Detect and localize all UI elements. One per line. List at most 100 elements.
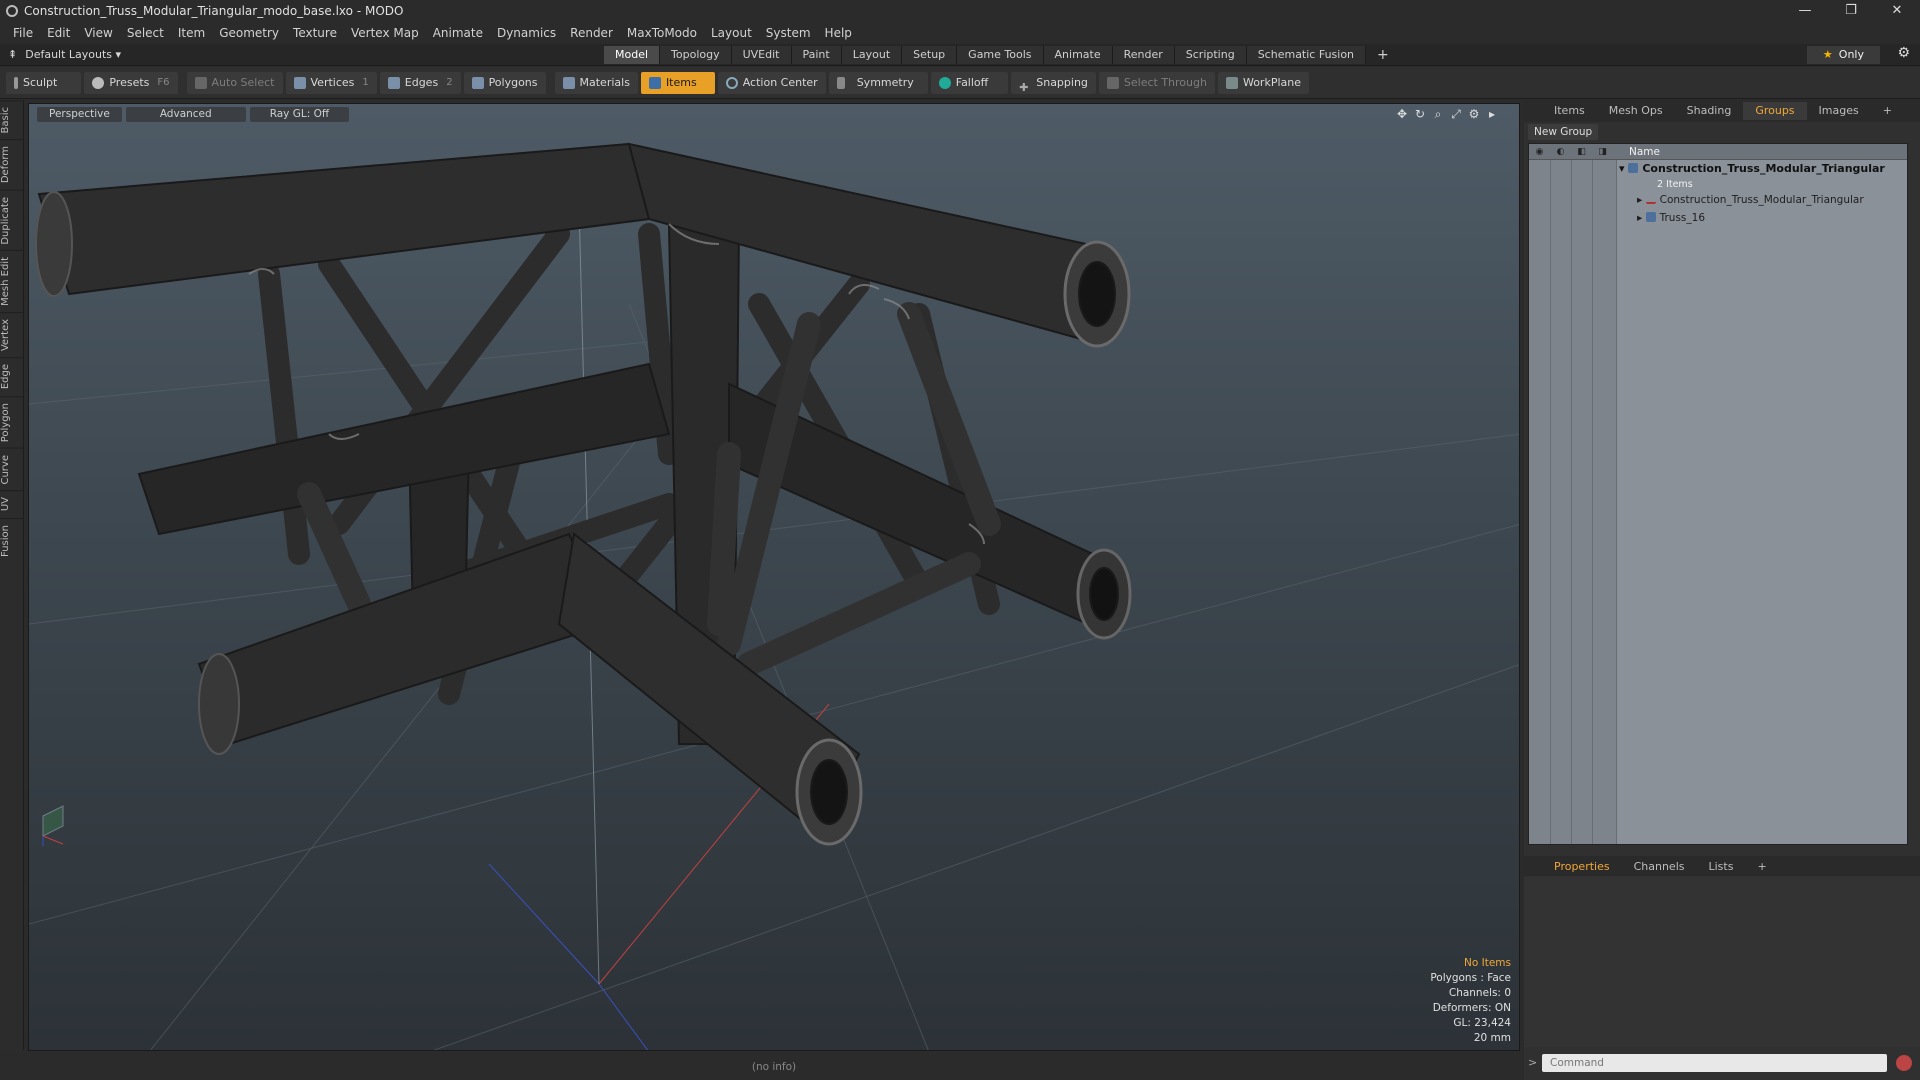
menu-edit[interactable]: Edit bbox=[40, 26, 77, 40]
symmetry-button[interactable]: Symmetry bbox=[828, 71, 928, 94]
items-button[interactable]: Items bbox=[640, 71, 715, 94]
falloff-button[interactable]: Falloff bbox=[930, 71, 1009, 94]
rotate-view-icon[interactable]: ↻ bbox=[1411, 107, 1429, 122]
tab-mesh-ops[interactable]: Mesh Ops bbox=[1597, 102, 1675, 120]
new-group-button[interactable]: New Group bbox=[1528, 124, 1599, 140]
presets-button[interactable]: Presets F6 bbox=[84, 71, 178, 94]
menu-layout[interactable]: Layout bbox=[704, 26, 759, 40]
add-tab-button[interactable]: + bbox=[1366, 46, 1400, 64]
tab-duplicate[interactable]: Duplicate bbox=[0, 189, 24, 251]
sculpt-button[interactable]: Sculpt bbox=[6, 71, 82, 94]
layout-dropdown[interactable]: ⇞ Default Layouts ▾ bbox=[8, 44, 121, 66]
menu-texture[interactable]: Texture bbox=[286, 26, 344, 40]
add-tab-icon[interactable]: + bbox=[1745, 860, 1778, 873]
visibility-column-icon[interactable]: ◉ bbox=[1529, 147, 1550, 157]
grid-size-info: 20 mm bbox=[1473, 1032, 1511, 1044]
tab-basic[interactable]: Basic bbox=[0, 100, 24, 140]
zoom-view-icon[interactable]: ⌕ bbox=[1429, 107, 1447, 122]
tab-layout[interactable]: Layout bbox=[841, 46, 903, 64]
menu-render[interactable]: Render bbox=[563, 26, 620, 40]
group-list[interactable]: ◉ ◐ ◧ ◨ Name ▾ Construction_Truss_Modula… bbox=[1528, 143, 1908, 845]
workplane-button[interactable]: WorkPlane bbox=[1217, 71, 1309, 94]
menu-view[interactable]: View bbox=[77, 26, 119, 40]
menu-help[interactable]: Help bbox=[818, 26, 859, 40]
channels-info: Channels: 0 bbox=[1448, 987, 1511, 999]
tab-items[interactable]: Items bbox=[1542, 102, 1597, 120]
tab-render[interactable]: Render bbox=[1112, 46, 1175, 64]
tab-vertex[interactable]: Vertex bbox=[0, 312, 24, 358]
tab-setup[interactable]: Setup bbox=[902, 46, 958, 64]
viewport-settings-icon[interactable]: ⚙ bbox=[1465, 107, 1483, 122]
command-input[interactable]: Command bbox=[1542, 1054, 1887, 1072]
tab-curve[interactable]: Curve bbox=[0, 447, 24, 491]
menu-file[interactable]: File bbox=[6, 26, 40, 40]
tab-polygon[interactable]: Polygon bbox=[0, 395, 24, 448]
minimize-button[interactable]: — bbox=[1782, 0, 1828, 22]
gear-icon[interactable]: ⚙ bbox=[1897, 45, 1910, 61]
group-count-row: 2 Items bbox=[1657, 178, 1693, 190]
edges-button[interactable]: Edges 2 bbox=[379, 71, 461, 94]
top-right-chord-hole bbox=[1078, 261, 1116, 327]
command-clear-icon[interactable] bbox=[1896, 1055, 1912, 1071]
3d-viewport[interactable]: Perspective Advanced Ray GL: Off ✥ ↻ ⌕ ⤢… bbox=[28, 103, 1520, 1051]
group-child-row[interactable]: ▸ Truss_16 bbox=[1637, 212, 1705, 224]
tab-shading[interactable]: Shading bbox=[1675, 102, 1744, 120]
viewport-header: Perspective Advanced Ray GL: Off bbox=[37, 107, 353, 122]
menu-system[interactable]: System bbox=[759, 26, 818, 40]
group-child-row[interactable]: ▸ Construction_Truss_Modular_Triangular bbox=[1637, 194, 1864, 206]
tab-properties[interactable]: Properties bbox=[1542, 860, 1622, 873]
materials-button[interactable]: Materials bbox=[554, 71, 638, 94]
add-tab-icon[interactable]: + bbox=[1871, 102, 1904, 120]
menu-dynamics[interactable]: Dynamics bbox=[490, 26, 563, 40]
viewport-expand-icon[interactable]: ▸ bbox=[1483, 107, 1501, 122]
view-mode-dropdown[interactable]: Advanced bbox=[125, 107, 246, 122]
menu-animate[interactable]: Animate bbox=[426, 26, 490, 40]
tab-game-tools[interactable]: Game Tools bbox=[957, 46, 1044, 64]
name-column-header[interactable]: Name bbox=[1629, 146, 1660, 158]
menu-geometry[interactable]: Geometry bbox=[212, 26, 286, 40]
tab-model[interactable]: Model bbox=[604, 46, 661, 64]
main-toolbar: Sculpt Presets F6 Auto Select Vertices 1… bbox=[0, 67, 1920, 99]
lock-column-icon[interactable]: ◧ bbox=[1571, 147, 1592, 157]
tab-uv[interactable]: UV bbox=[0, 490, 24, 518]
tab-deform[interactable]: Deform bbox=[0, 139, 24, 190]
only-button[interactable]: ★ Only bbox=[1806, 46, 1880, 64]
raygl-toggle[interactable]: Ray GL: Off bbox=[249, 107, 350, 122]
tab-schematic-fusion[interactable]: Schematic Fusion bbox=[1246, 46, 1367, 64]
tab-channels[interactable]: Channels bbox=[1622, 860, 1697, 873]
close-button[interactable]: ✕ bbox=[1874, 0, 1920, 22]
maximize-button[interactable]: ❐ bbox=[1828, 0, 1874, 22]
menu-item[interactable]: Item bbox=[171, 26, 212, 40]
tab-topology[interactable]: Topology bbox=[660, 46, 732, 64]
snapping-button[interactable]: ✚ Snapping bbox=[1011, 71, 1096, 94]
menu-maxtomodo[interactable]: MaxToModo bbox=[620, 26, 704, 40]
menu-vertex-map[interactable]: Vertex Map bbox=[344, 26, 426, 40]
tab-groups[interactable]: Groups bbox=[1743, 102, 1807, 120]
auto-select-button[interactable]: Auto Select bbox=[186, 71, 283, 94]
move-view-icon[interactable]: ✥ bbox=[1393, 107, 1411, 122]
tab-paint[interactable]: Paint bbox=[791, 46, 842, 64]
fit-view-icon[interactable]: ⤢ bbox=[1447, 107, 1465, 122]
select-through-button[interactable]: Select Through bbox=[1098, 71, 1215, 94]
view-type-dropdown[interactable]: Perspective bbox=[37, 107, 122, 122]
tab-scripting[interactable]: Scripting bbox=[1174, 46, 1247, 64]
select-column-icon[interactable]: ◨ bbox=[1592, 147, 1613, 157]
tab-images[interactable]: Images bbox=[1807, 102, 1871, 120]
group-row[interactable]: ▾ Construction_Truss_Modular_Triangular bbox=[1619, 162, 1885, 175]
group-name: Construction_Truss_Modular_Triangular bbox=[1642, 162, 1885, 175]
tab-uvedit[interactable]: UVEdit bbox=[731, 46, 792, 64]
presets-icon bbox=[92, 76, 105, 89]
tab-animate[interactable]: Animate bbox=[1043, 46, 1113, 64]
tab-lists[interactable]: Lists bbox=[1697, 860, 1746, 873]
group-list-columns bbox=[1529, 160, 1617, 844]
render-column-icon[interactable]: ◐ bbox=[1550, 147, 1571, 157]
tab-edge[interactable]: Edge bbox=[0, 357, 24, 396]
menu-select[interactable]: Select bbox=[120, 26, 171, 40]
expand-arrow-icon[interactable]: ▾ bbox=[1619, 162, 1628, 175]
polygons-button[interactable]: Polygons bbox=[463, 71, 546, 94]
action-center-button[interactable]: Action Center bbox=[717, 71, 826, 94]
group-icon bbox=[1628, 163, 1639, 173]
tab-fusion[interactable]: Fusion bbox=[0, 517, 24, 563]
tab-mesh-edit[interactable]: Mesh Edit bbox=[0, 250, 24, 313]
vertices-button[interactable]: Vertices 1 bbox=[285, 71, 377, 94]
